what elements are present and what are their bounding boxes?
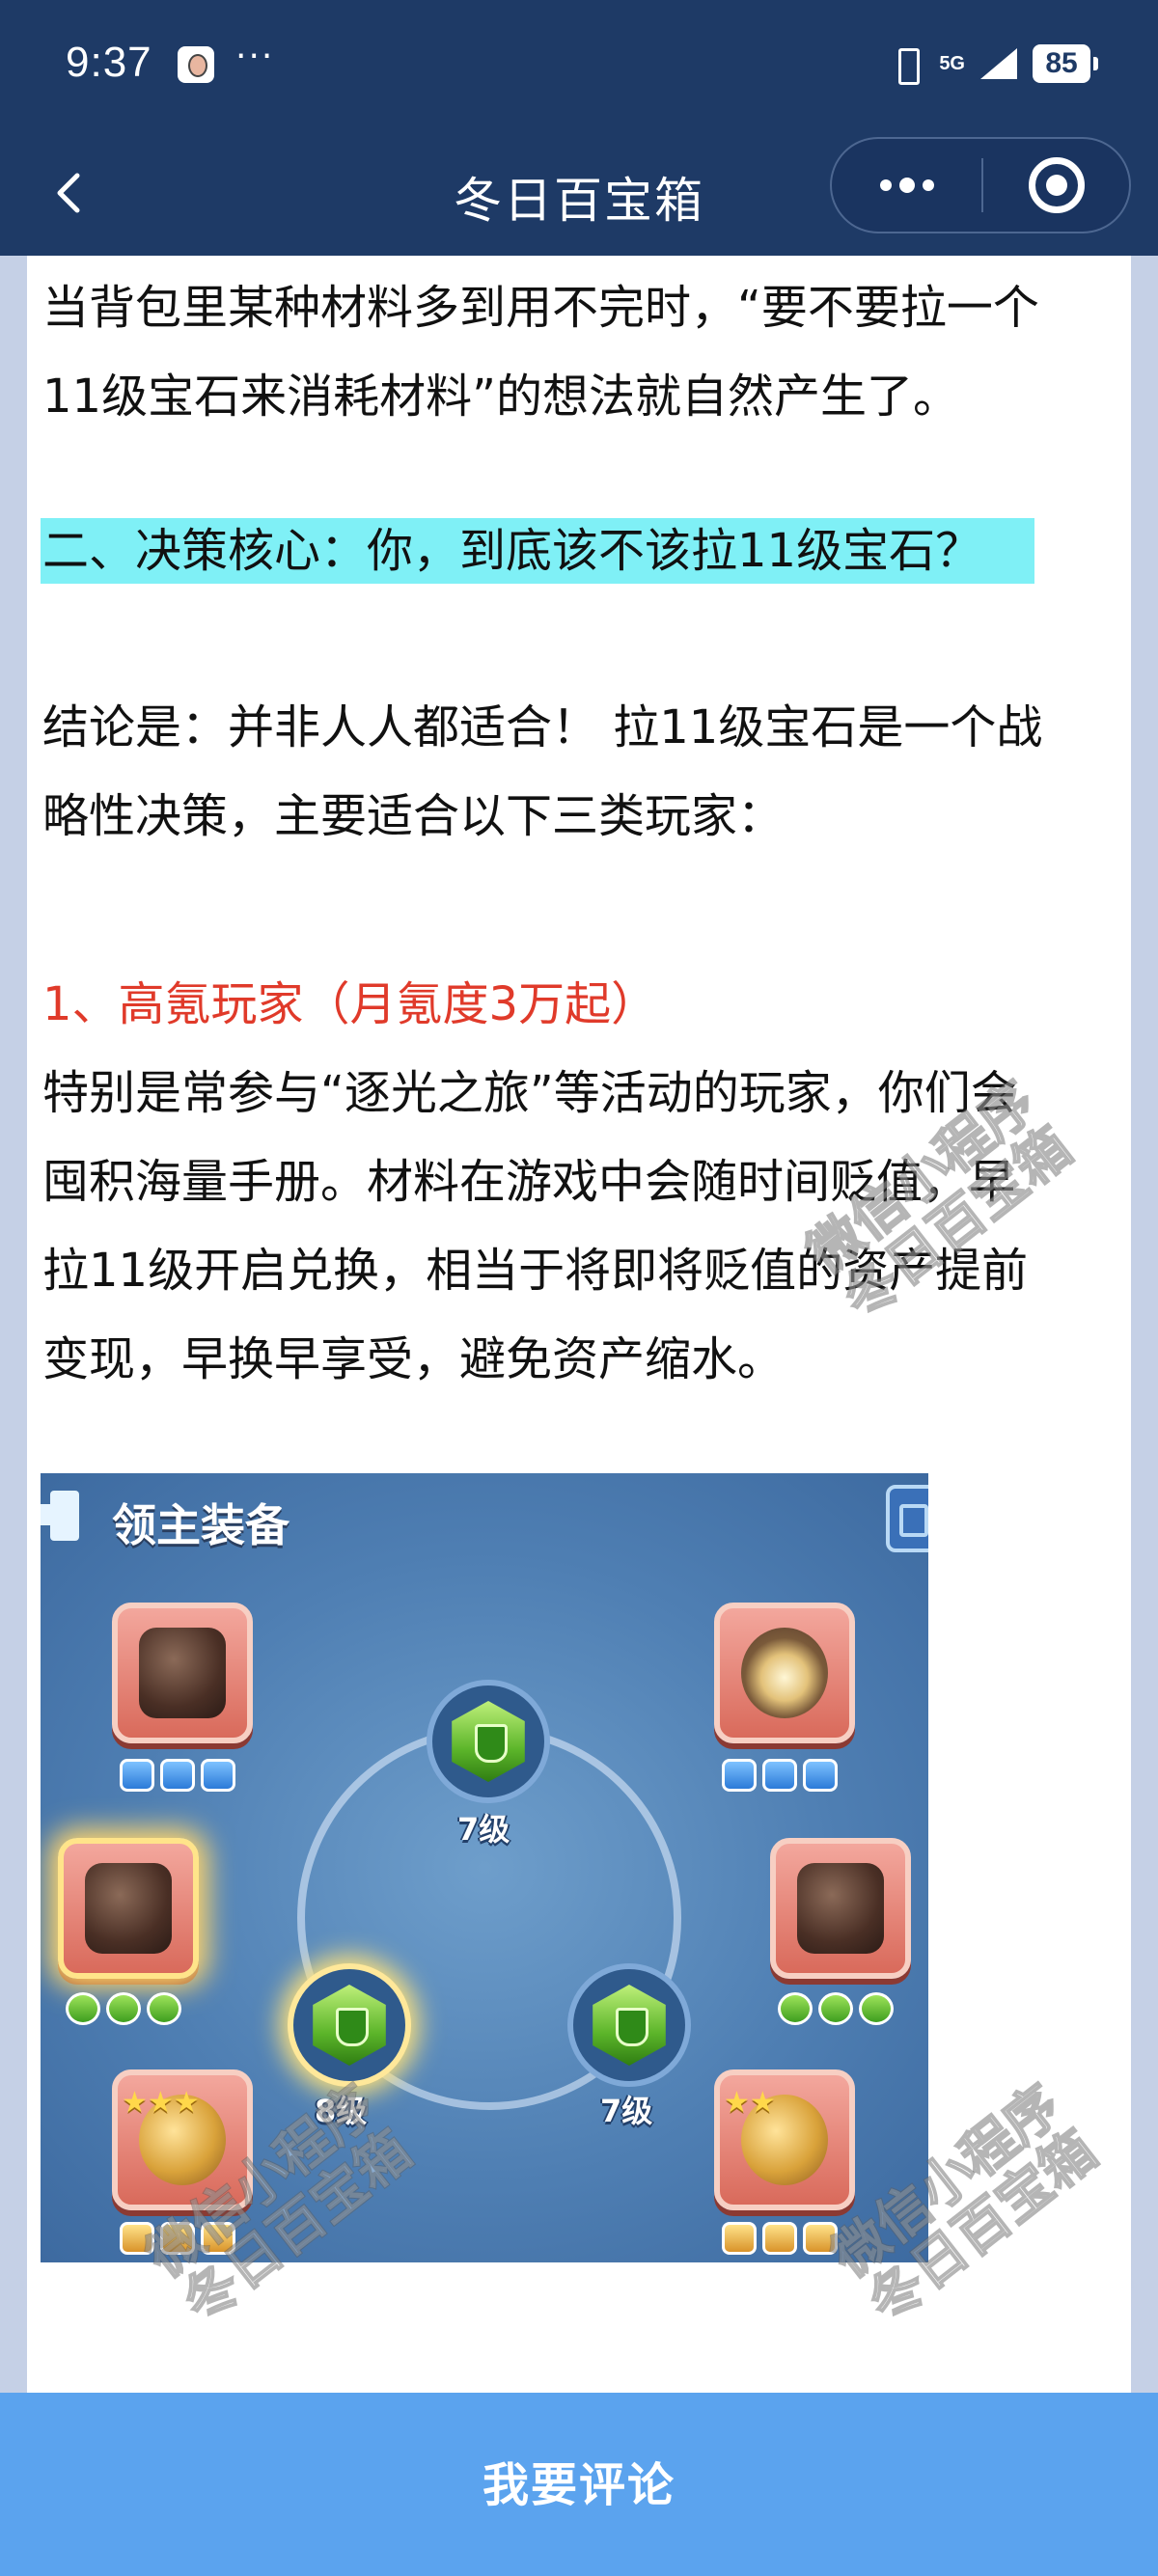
green-gem-icon — [818, 1992, 853, 2025]
gold-gem-icon — [201, 2222, 235, 2255]
flag-icon — [41, 1491, 79, 1541]
leg-armor-icon — [797, 1863, 884, 1954]
green-gem-icon — [778, 1992, 813, 2025]
armor-icon — [85, 1863, 172, 1954]
comment-button[interactable]: 我要评论 — [0, 2393, 1158, 2576]
green-hex-gem-icon — [452, 1701, 525, 1782]
blue-gem-icon — [722, 1759, 757, 1792]
vibrate-icon — [887, 46, 925, 85]
notification-avatar-icon — [178, 46, 214, 83]
green-gem-icon — [66, 1992, 100, 2025]
text-line: 当背包里某种材料多到用不完时，“要不要拉一个 — [42, 281, 1039, 335]
center-gem-left — [288, 1963, 411, 2087]
gem-row — [120, 2222, 235, 2255]
equipment-slot-ring: ★★★ — [112, 2069, 253, 2210]
network-type-label: 5G — [939, 53, 965, 74]
green-gem-icon — [106, 1992, 141, 2025]
more-options-button[interactable] — [832, 139, 981, 232]
center-gem-right — [567, 1963, 691, 2087]
blue-gem-icon — [201, 1759, 235, 1792]
amulet-icon — [741, 1628, 828, 1718]
gem-row — [778, 1992, 894, 2025]
settings-hex-icon — [886, 1485, 928, 1552]
equipment-slot-scepter: ★★ — [714, 2069, 855, 2210]
article-content[interactable]: 当背包里某种材料多到用不完时，“要不要拉一个 11级宝石来消耗材料”的想法就自然… — [27, 256, 1131, 2393]
text-line: 囤积海量手册。材料在游戏中会随时间贬值，早 — [42, 1155, 1016, 1209]
game-equipment-screenshot[interactable]: 领主装备 ★★★ — [41, 1473, 928, 2262]
gold-gem-icon — [120, 2222, 154, 2255]
text-line: 变现，早换早享受，避免资产缩水。 — [42, 1332, 785, 1386]
status-time: 9:37 — [66, 39, 152, 86]
green-gem-icon — [859, 1992, 894, 2025]
gold-gem-icon — [722, 2222, 757, 2255]
blue-gem-icon — [762, 1759, 797, 1792]
subheading-high-spender: 1、高氪玩家（月氪度3万起） — [42, 977, 658, 1031]
gem-row — [66, 1992, 181, 2025]
gem-level-label: 8级 — [315, 2093, 368, 2129]
gold-gem-icon — [803, 2222, 838, 2255]
dot-icon — [898, 178, 915, 193]
status-bar: 9:37 ··· 5G 85 — [0, 0, 1158, 135]
green-gem-icon — [147, 1992, 181, 2025]
nav-bar: 冬日百宝箱 — [0, 135, 1158, 256]
battery-level: 85 — [1045, 47, 1078, 79]
center-gem-top — [427, 1680, 550, 1803]
gold-gem-icon — [762, 2222, 797, 2255]
miniprogram-capsule — [830, 137, 1131, 233]
text-line: 11级宝石来消耗材料”的想法就自然产生了。 — [42, 370, 959, 424]
article-paragraph-2: 结论是：并非人人都适合！ 拉11级宝石是一个战 略性决策，主要适合以下三类玩家： — [42, 683, 1121, 861]
text-line: 略性决策，主要适合以下三类玩家： — [42, 789, 785, 843]
equipment-slot-amulet — [714, 1603, 855, 1743]
gem-row — [120, 1759, 235, 1792]
article-paragraph-1: 当背包里某种材料多到用不完时，“要不要拉一个 11级宝石来消耗材料”的想法就自然… — [42, 263, 1121, 441]
blue-gem-icon — [120, 1759, 154, 1792]
equipment-slot-helmet — [112, 1603, 253, 1743]
equipment-slot-legs — [770, 1838, 911, 1979]
star-rating-icon: ★★★ — [122, 2089, 200, 2118]
helmet-icon — [139, 1628, 226, 1718]
equipment-slot-armor — [58, 1838, 199, 1979]
gold-gem-icon — [160, 2222, 195, 2255]
article-paragraph-3: 特别是常参与“逐光之旅”等活动的玩家，你们会 囤积海量手册。材料在游戏中会随时间… — [42, 1049, 1121, 1404]
text-line: 拉11级开启兑换，相当于将即将贬值的资产提前 — [42, 1244, 1029, 1298]
section-heading: 二、决策核心：你，到底该不该拉11级宝石？ — [41, 518, 1034, 584]
blue-gem-icon — [803, 1759, 838, 1792]
blue-gem-icon — [160, 1759, 195, 1792]
gem-row — [722, 2222, 838, 2255]
comment-button-label: 我要评论 — [482, 2458, 676, 2512]
signal-icon — [980, 48, 1017, 79]
gem-level-label: 7级 — [457, 1811, 510, 1848]
status-right-group: 5G 85 — [887, 42, 1098, 85]
text-line: 特别是常参与“逐光之旅”等活动的玩家，你们会 — [42, 1066, 1017, 1120]
target-circle-icon — [1028, 157, 1085, 213]
gem-level-label: 7级 — [600, 2093, 653, 2129]
status-more-indicator: ··· — [235, 37, 275, 76]
dot-icon — [922, 179, 934, 191]
text-line: 结论是：并非人人都适合！ 拉11级宝石是一个战 — [42, 700, 1043, 754]
star-rating-icon: ★★ — [724, 2086, 776, 2120]
green-hex-gem-icon — [593, 1985, 666, 2066]
gem-row — [722, 1759, 838, 1792]
game-panel-title: 领主装备 — [112, 1499, 290, 1551]
green-hex-gem-icon — [313, 1985, 386, 2066]
close-miniprogram-button[interactable] — [983, 139, 1129, 232]
battery-icon: 85 — [1033, 44, 1098, 83]
dot-icon — [879, 179, 892, 191]
